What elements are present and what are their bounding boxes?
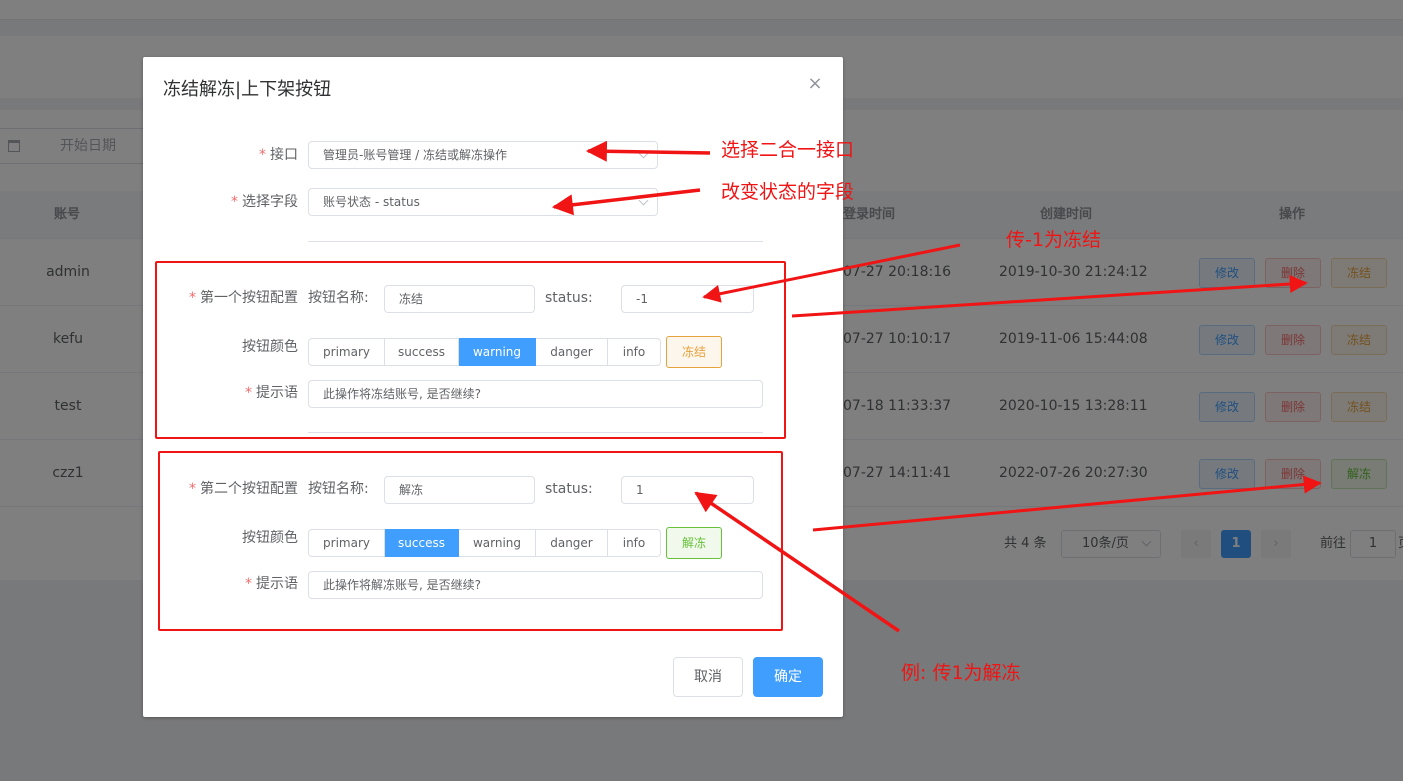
arrow-to-interface <box>585 140 711 162</box>
annotation-freeze-note: 传-1为冻结 <box>1006 229 1101 251</box>
annotation-arrows <box>551 140 1322 633</box>
arrow-to-unfreeze-button <box>812 475 1322 532</box>
annotation-unfreeze-note: 例: 传1为解冻 <box>901 662 1021 684</box>
arrow-to-field <box>551 188 701 216</box>
annotation-field-note: 改变状态的字段 <box>721 181 855 203</box>
arrow-to-second-status <box>694 491 900 633</box>
arrow-to-first-status <box>702 243 961 303</box>
arrow-to-freeze-button <box>791 275 1308 318</box>
annotation-interface-note: 选择二合一接口 <box>721 139 855 161</box>
